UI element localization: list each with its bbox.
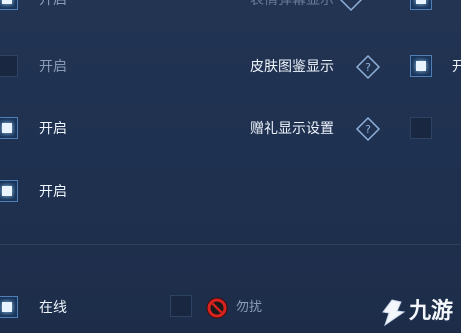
row1-left-label: 开启 [39, 59, 67, 75]
row1-left-checkbox[interactable] [0, 55, 18, 77]
no-entry-icon [206, 297, 228, 319]
online-checkbox[interactable] [0, 296, 18, 318]
skin-gallery-display-checkbox[interactable] [410, 55, 432, 77]
row3-left-checkbox[interactable] [0, 180, 18, 202]
do-not-disturb-checkbox[interactable] [170, 295, 192, 317]
jiuyou-watermark: 九游 [377, 297, 453, 327]
gift-display-settings-label: 赠礼显示设置 [250, 121, 334, 137]
row0-left-label: 开启 [39, 0, 67, 8]
row0-left-checkbox[interactable] [0, 0, 18, 10]
row2-left-label: 开启 [39, 121, 67, 137]
row3-left-label: 开启 [39, 184, 67, 200]
section-divider [0, 244, 461, 245]
help-icon[interactable] [338, 0, 364, 12]
help-icon[interactable]: ? [355, 116, 381, 142]
row0-right-label: 表情弹幕显示 [250, 0, 334, 8]
help-icon[interactable]: ? [355, 54, 381, 80]
row2-left-checkbox[interactable] [0, 117, 18, 139]
skin-gallery-display-value: 开启 [452, 59, 461, 75]
svg-text:?: ? [365, 123, 371, 136]
skin-gallery-display-label: 皮肤图鉴显示 [250, 59, 334, 75]
gift-display-settings-checkbox[interactable] [410, 117, 432, 139]
svg-text:?: ? [365, 61, 371, 74]
online-label: 在线 [39, 300, 67, 316]
jiuyou-logo-icon [382, 299, 406, 327]
row0-right-checkbox[interactable] [410, 0, 432, 10]
watermark-text: 九游 [408, 299, 453, 324]
do-not-disturb-label: 勿扰 [236, 300, 263, 315]
